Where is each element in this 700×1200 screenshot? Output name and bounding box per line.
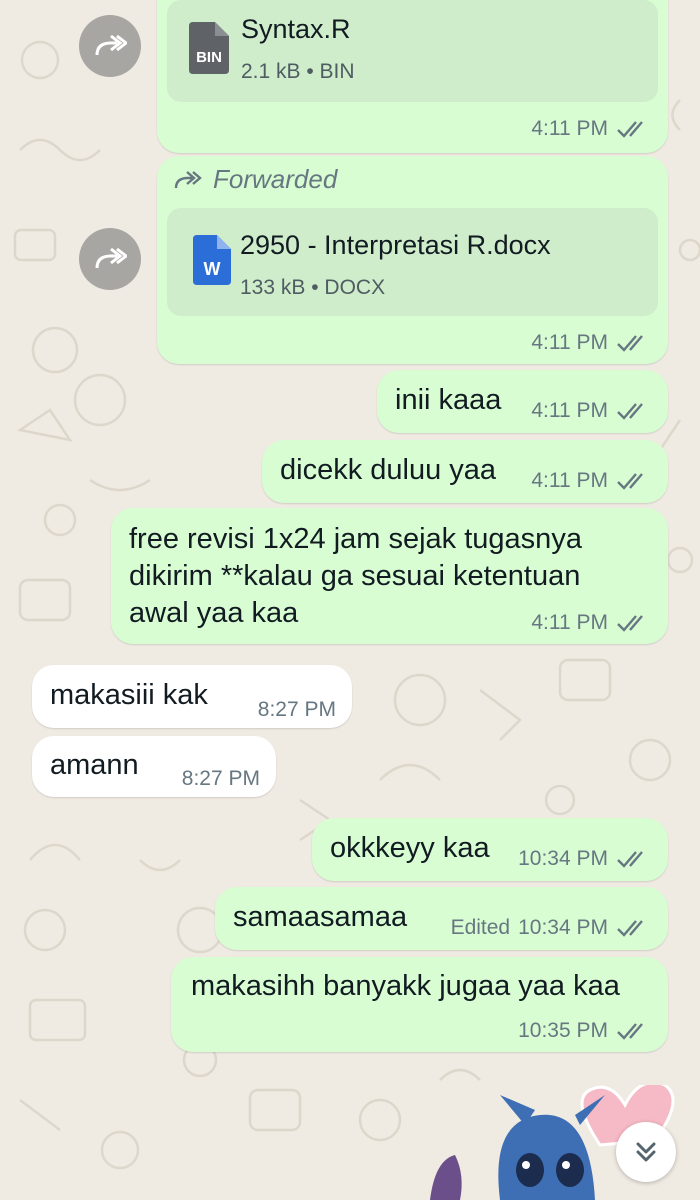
message-bubble-outgoing[interactable]: samaasamaa Edited 10:34 PM: [215, 887, 668, 950]
svg-text:BIN: BIN: [196, 49, 222, 66]
message-text-line: awal yaa kaa: [129, 597, 299, 629]
document-name: Syntax.R: [241, 14, 351, 44]
forwarded-arrow-icon: [174, 170, 202, 188]
double-check-icon: [617, 920, 643, 937]
message-meta: 4:11 PM: [531, 399, 650, 423]
message-time: 4:11 PM: [531, 469, 608, 492]
message-bubble-outgoing[interactable]: free revisi 1x24 jam sejak tugasnya diki…: [111, 508, 668, 644]
double-check-icon: [617, 615, 643, 632]
message-text: makasiii kak: [50, 679, 208, 711]
document-info: 133 kB • DOCX: [240, 276, 386, 299]
message-text-line: free revisi 1x24 jam sejak tugasnya: [129, 523, 582, 555]
forwarded-label: Forwarded: [173, 164, 337, 195]
message-bubble-outgoing[interactable]: inii kaaa 4:11 PM: [377, 370, 668, 433]
message-text: okkkeyy kaa: [330, 832, 490, 864]
word-file-icon: W: [193, 235, 231, 285]
chevron-double-down-icon: [636, 1142, 656, 1162]
scroll-to-bottom-button[interactable]: [616, 1122, 676, 1182]
message-bubble-document[interactable]: BIN Syntax.R 2.1 kB • BIN 4:11 PM: [157, 0, 668, 153]
message-time: 8:27 PM: [257, 698, 336, 721]
message-time: 4:11 PM: [531, 399, 608, 422]
document-info: 2.1 kB • BIN: [241, 60, 355, 83]
message-time: 8:27 PM: [181, 767, 260, 790]
message-meta: 4:11 PM: [531, 331, 650, 355]
bin-file-icon: BIN: [189, 22, 229, 74]
message-meta: 8:27 PM: [182, 767, 260, 791]
message-time: 4:11 PM: [531, 117, 608, 140]
message-bubble-document[interactable]: Forwarded W 2950 - Interpretasi R.docx 1…: [157, 156, 668, 364]
message-meta: 8:27 PM: [258, 698, 336, 722]
forward-icon: [95, 247, 127, 269]
message-bubble-outgoing[interactable]: makasihh banyakk jugaa yaa kaa 10:35 PM: [171, 957, 668, 1052]
message-bubble-incoming[interactable]: amann 8:27 PM: [32, 736, 276, 797]
message-text-line: dikirim **kalau ga sesuai ketentuan: [129, 560, 581, 592]
document-attachment[interactable]: BIN Syntax.R 2.1 kB • BIN: [167, 0, 658, 102]
message-bubble-outgoing[interactable]: okkkeyy kaa 10:34 PM: [312, 818, 668, 881]
double-check-icon: [617, 121, 643, 138]
message-bubble-incoming[interactable]: makasiii kak 8:27 PM: [32, 665, 352, 728]
message-meta: 4:11 PM: [531, 611, 650, 635]
message-time: 10:35 PM: [518, 1019, 608, 1042]
document-name: 2950 - Interpretasi R.docx: [240, 230, 551, 260]
message-text: samaasamaa: [233, 901, 408, 933]
message-time: 4:11 PM: [531, 331, 608, 354]
message-meta: 10:35 PM: [518, 1019, 650, 1043]
double-check-icon: [617, 851, 643, 868]
message-time: 10:34 PM: [518, 916, 608, 939]
message-text: makasihh banyakk jugaa yaa kaa: [191, 970, 620, 1002]
double-check-icon: [617, 335, 643, 352]
forward-button[interactable]: [79, 228, 141, 290]
edited-label: Edited: [450, 916, 511, 939]
message-time: 4:11 PM: [531, 611, 608, 634]
message-meta: Edited 10:34 PM: [451, 916, 650, 940]
double-check-icon: [617, 403, 643, 420]
document-attachment[interactable]: W 2950 - Interpretasi R.docx 133 kB • DO…: [167, 208, 658, 316]
message-bubble-outgoing[interactable]: dicekk duluu yaa 4:11 PM: [262, 440, 668, 503]
svg-text:W: W: [204, 259, 221, 279]
message-text: inii kaaa: [395, 384, 502, 416]
message-text: dicekk duluu yaa: [280, 454, 497, 486]
message-meta: 10:34 PM: [518, 847, 650, 871]
forward-button[interactable]: [79, 15, 141, 77]
message-meta: 4:11 PM: [531, 117, 650, 141]
message-time: 10:34 PM: [518, 847, 608, 870]
forward-icon: [95, 34, 127, 56]
double-check-icon: [617, 1023, 643, 1040]
message-text: amann: [50, 749, 139, 781]
double-check-icon: [617, 473, 643, 490]
message-meta: 4:11 PM: [531, 469, 650, 493]
